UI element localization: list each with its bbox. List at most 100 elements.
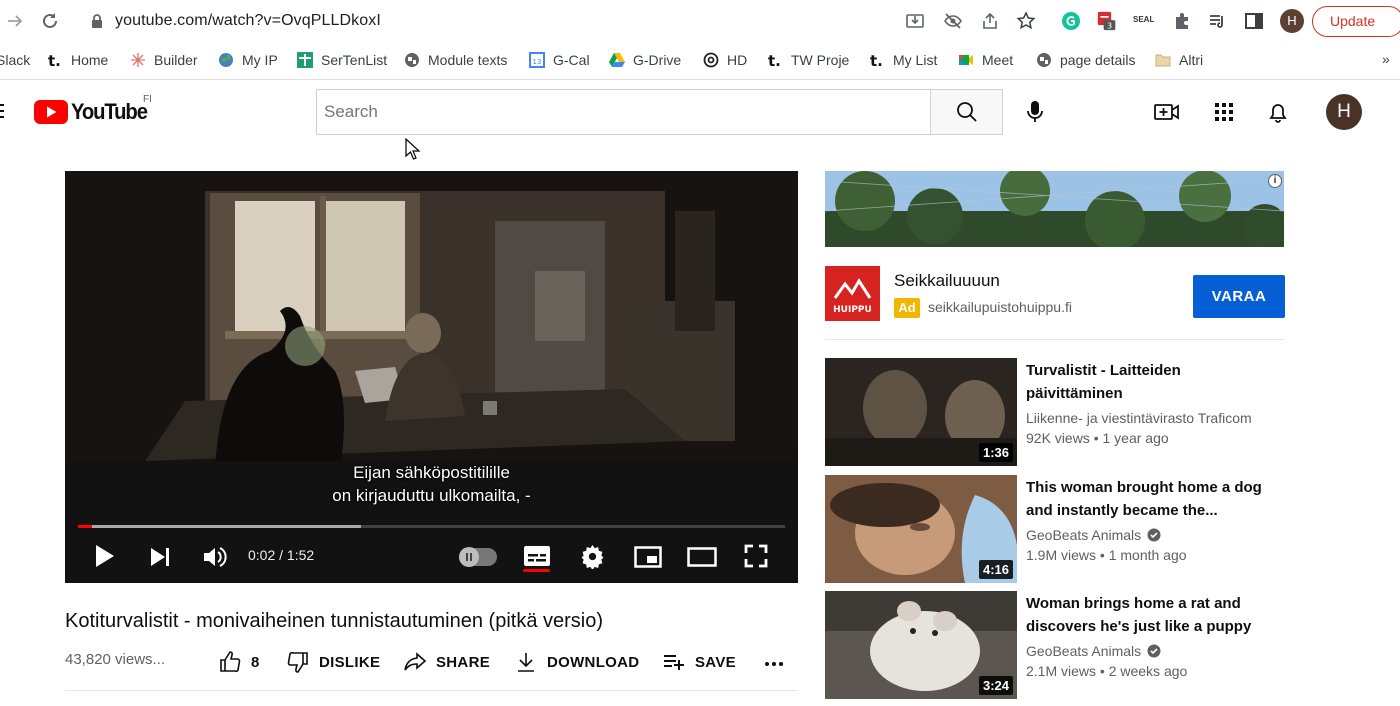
grammarly-icon[interactable] (1061, 11, 1081, 31)
recommendation-item[interactable]: 4:16 This woman brought home a dog and i… (825, 475, 1285, 583)
more-actions-icon[interactable] (763, 651, 785, 673)
hamburger-menu-icon[interactable] (0, 102, 6, 120)
bookmark-home[interactable]: t. Home (47, 50, 108, 70)
download-button[interactable]: DOWNLOAD (514, 650, 639, 674)
bookmark-sertenlist[interactable]: SerTenList (297, 50, 387, 70)
ad-brand-logo[interactable]: HUIPPU (825, 266, 880, 321)
ad-info-icon[interactable]: i (1268, 174, 1282, 188)
search-icon (957, 102, 977, 122)
notifications-bell-icon[interactable] (1265, 100, 1291, 124)
install-app-icon[interactable] (905, 11, 925, 31)
extensions-puzzle-icon[interactable] (1172, 11, 1192, 31)
browser-toolbar: youtube.com/watch?v=OvqPLLDkoxI 3 SEAL H… (0, 0, 1400, 42)
thumbs-up-icon (220, 651, 241, 673)
create-video-icon[interactable] (1154, 100, 1180, 124)
miniplayer-icon[interactable] (634, 546, 662, 568)
bookmark-page-details[interactable]: page details (1036, 50, 1136, 70)
recommendation-title[interactable]: Woman brings home a rat and discovers he… (1026, 592, 1266, 638)
bookmark-label: Home (71, 52, 109, 68)
recommendation-title[interactable]: This woman brought home a dog and instan… (1026, 476, 1266, 522)
bookmark-label: Slack (0, 52, 31, 68)
recommendation-thumbnail[interactable]: 1:36 (825, 358, 1017, 466)
save-button[interactable]: SAVE (662, 650, 736, 674)
forward-icon[interactable] (6, 12, 24, 30)
share-page-icon[interactable] (980, 11, 1000, 31)
recommendation-channel[interactable]: GeoBeats Animals (1026, 527, 1161, 543)
ad-cta-button[interactable]: VARAA (1193, 275, 1285, 318)
bookmark-label: My List (893, 52, 938, 68)
bookmark-g-cal[interactable]: 13 G-Cal (529, 50, 590, 70)
theater-mode-icon[interactable] (687, 547, 717, 567)
recommendation-channel[interactable]: GeoBeats Animals (1026, 643, 1161, 659)
bookmark-meet[interactable]: Meet (958, 50, 1013, 70)
settings-gear-icon[interactable] (580, 544, 605, 569)
ad-url[interactable]: seikkailupuistohuippu.fi (928, 299, 1072, 315)
thumbs-down-icon (287, 651, 308, 673)
next-video-icon[interactable] (149, 546, 173, 568)
bookmark-g-drive[interactable]: G-Drive (609, 50, 681, 70)
pause-icon (466, 553, 472, 561)
bookmark-my-ip[interactable]: My IP (218, 50, 278, 70)
apps-grid-icon[interactable] (1211, 100, 1237, 124)
like-button[interactable]: 8 (218, 650, 260, 674)
bookmark-tw-proje[interactable]: t. TW Proje (767, 50, 849, 70)
search-button[interactable] (930, 89, 1003, 135)
share-button[interactable]: SHARE (403, 650, 490, 674)
volume-icon[interactable] (202, 545, 228, 569)
play-icon[interactable] (93, 543, 117, 569)
youtube-logo[interactable]: YouTube (34, 99, 153, 125)
recommendation-item[interactable]: 1:36 Turvalistit - Laitteiden päivittämi… (825, 358, 1285, 466)
caption-line-1: Eijan sähköpostitilille (353, 463, 510, 482)
bookmark-slack[interactable]: Slack (0, 50, 30, 70)
reload-icon[interactable] (40, 11, 60, 31)
recommendation-channel[interactable]: Liikenne- ja viestintävirasto Traficom (1026, 410, 1252, 426)
search-input[interactable] (316, 89, 931, 135)
dislike-button[interactable]: DISLIKE (286, 650, 380, 674)
ad-badge: Ad (894, 298, 920, 318)
bookmark-altri[interactable]: Altri (1155, 50, 1203, 70)
bookmark-builder[interactable]: Builder (130, 50, 198, 70)
view-count[interactable]: 43,820 views... (65, 651, 165, 668)
fullscreen-icon[interactable] (744, 544, 768, 568)
side-panel-icon[interactable] (1244, 11, 1264, 31)
recommendation-thumbnail[interactable]: 3:24 (825, 591, 1017, 699)
bookmark-my-list[interactable]: t. My List (869, 50, 937, 70)
country-code: FI (143, 94, 152, 105)
recommendation-meta: 92K views • 1 year ago (1026, 430, 1169, 446)
extension-badge-icon[interactable]: 3 (1097, 11, 1117, 31)
bookmark-star-icon[interactable] (1016, 11, 1036, 31)
video-duration: 4:16 (978, 560, 1013, 579)
globe-icon (405, 53, 419, 67)
recommendation-thumbnail[interactable]: 4:16 (825, 475, 1017, 583)
bookmark-module-texts[interactable]: Module texts (404, 50, 507, 70)
eye-off-icon[interactable] (943, 11, 963, 31)
lock-icon[interactable] (90, 13, 104, 29)
recommendation-item[interactable]: 3:24 Woman brings home a rat and discove… (825, 591, 1285, 699)
account-avatar[interactable]: H (1326, 94, 1362, 130)
address-url[interactable]: youtube.com/watch?v=OvqPLLDkoxI (115, 12, 381, 30)
calendar-icon: 13 (529, 52, 545, 68)
svg-text:3: 3 (1107, 21, 1112, 31)
reading-list-icon[interactable] (1207, 11, 1227, 31)
video-frame (65, 171, 798, 583)
bookmark-label: Altri (1179, 52, 1204, 68)
bookmark-label: G-Cal (553, 52, 590, 68)
browser-update-button[interactable]: Update (1312, 6, 1400, 37)
bookmarks-overflow-button[interactable]: » (1382, 51, 1390, 67)
bookmark-label: Meet (982, 52, 1014, 68)
recommendation-title[interactable]: Turvalistit - Laitteiden päivittäminen (1026, 359, 1266, 405)
channel-name: GeoBeats Animals (1026, 527, 1142, 543)
subtitles-active-indicator (523, 569, 550, 572)
microphone-icon[interactable] (1024, 99, 1046, 125)
browser-profile-avatar[interactable]: H (1280, 9, 1304, 33)
bookmark-label: TW Proje (791, 52, 850, 68)
ad-banner-image[interactable] (825, 171, 1284, 247)
seal-extension-icon[interactable]: SEAL (1133, 15, 1157, 35)
subtitles-cc-icon[interactable] (523, 545, 551, 567)
bookmark-hd[interactable]: HD (703, 50, 747, 70)
video-player[interactable]: Eijan sähköpostitilille on kirjauduttu u… (65, 171, 798, 583)
ad-title[interactable]: Seikkailuuuun (894, 271, 1000, 291)
ad-logo-text: HUIPPU (833, 305, 872, 315)
meet-icon (959, 55, 973, 65)
svg-text:t.: t. (768, 52, 781, 68)
